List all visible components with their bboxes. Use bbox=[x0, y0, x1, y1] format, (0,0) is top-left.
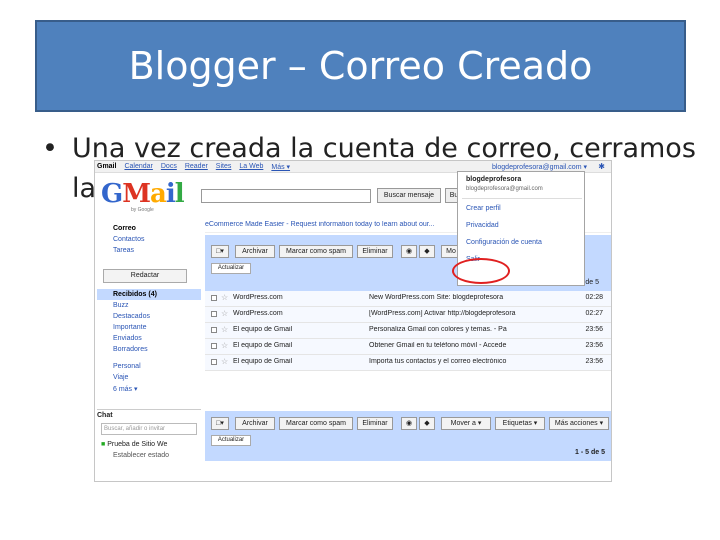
email-subject: [WordPress.com] Activar http://blogdepro… bbox=[369, 310, 516, 317]
delete-button-bottom[interactable]: Eliminar bbox=[357, 417, 393, 430]
email-time: 23:56 bbox=[585, 342, 603, 349]
flag-icon[interactable]: ◉ bbox=[401, 245, 417, 258]
folder-buzz[interactable]: Buzz bbox=[113, 302, 129, 309]
email-checkbox[interactable] bbox=[211, 327, 217, 333]
email-time: 02:28 bbox=[585, 294, 603, 301]
labels-button-bottom[interactable]: Etiquetas ▾ bbox=[495, 417, 545, 430]
email-sender: El equipo de Gmail bbox=[233, 358, 293, 365]
select-dropdown[interactable]: □▾ bbox=[211, 245, 229, 258]
email-sender: El equipo de Gmail bbox=[233, 326, 293, 333]
more-actions-button[interactable]: Más acciones ▾ bbox=[549, 417, 609, 430]
star-icon[interactable]: ☆ bbox=[221, 309, 228, 318]
star-icon[interactable]: ☆ bbox=[221, 293, 228, 302]
page-count-bottom: 1 - 5 de 5 bbox=[575, 449, 605, 456]
chat-set-status[interactable]: Establecer estado bbox=[113, 452, 169, 459]
email-row[interactable]: ☆ WordPress.com [WordPress.com] Activar … bbox=[205, 307, 611, 323]
label-personal[interactable]: Personal bbox=[113, 363, 141, 370]
dropdown-divider bbox=[462, 198, 582, 199]
refresh-link[interactable]: Actualizar bbox=[211, 263, 251, 274]
topnav-more[interactable]: Más ▾ bbox=[271, 163, 290, 171]
nav-contacts[interactable]: Contactos bbox=[113, 236, 145, 243]
chat-contact[interactable]: ■ Prueba de Sitio We bbox=[101, 441, 167, 448]
account-settings-link[interactable]: Configuración de cuenta bbox=[466, 239, 542, 246]
left-navigation: Correo Contactos Tareas Redactar Recibid… bbox=[95, 219, 201, 481]
online-status-icon: ■ bbox=[101, 441, 106, 448]
email-subject: New WordPress.com Site: blogdeprofesora bbox=[369, 294, 504, 301]
star-icon[interactable]: ☆ bbox=[221, 341, 228, 350]
email-sender: WordPress.com bbox=[233, 294, 283, 301]
search-input[interactable] bbox=[201, 189, 371, 203]
email-time: 23:56 bbox=[585, 326, 603, 333]
topnav-sites[interactable]: Sites bbox=[216, 163, 232, 171]
select-dropdown-bottom[interactable]: □▾ bbox=[211, 417, 229, 430]
account-email-link[interactable]: blogdeprofesora@gmail.com ▾ bbox=[492, 163, 587, 171]
star-icon[interactable]: ☆ bbox=[221, 325, 228, 334]
archive-button[interactable]: Archivar bbox=[235, 245, 275, 258]
email-sender: WordPress.com bbox=[233, 310, 283, 317]
create-profile-link[interactable]: Crear perfil bbox=[466, 205, 501, 212]
refresh-link-bottom[interactable]: Actualizar bbox=[211, 435, 251, 446]
folder-inbox[interactable]: Recibidos (4) bbox=[113, 291, 157, 298]
bullet-icon: • bbox=[42, 133, 58, 164]
dropdown-account-email: blogdeprofesora@gmail.com bbox=[466, 186, 543, 192]
chat-search-input[interactable]: Buscar, añadir o invitar bbox=[101, 423, 197, 435]
email-subject: Personaliza Gmail con colores y temas. -… bbox=[369, 326, 507, 333]
gear-icon[interactable]: ✱ bbox=[598, 162, 605, 171]
archive-button-bottom[interactable]: Archivar bbox=[235, 417, 275, 430]
move-button-bottom[interactable]: Mover a ▾ bbox=[441, 417, 491, 430]
compose-button[interactable]: Redactar bbox=[103, 269, 187, 283]
email-row[interactable]: ☆ El equipo de Gmail Importa tus contact… bbox=[205, 355, 611, 371]
highlight-circle bbox=[452, 258, 510, 284]
email-sender: El equipo de Gmail bbox=[233, 342, 293, 349]
search-mail-button[interactable]: Buscar mensaje bbox=[377, 188, 441, 203]
folder-important[interactable]: Importante bbox=[113, 324, 146, 331]
email-row[interactable]: ☆ El equipo de Gmail Personaliza Gmail c… bbox=[205, 323, 611, 339]
spam-button-bottom[interactable]: Marcar como spam bbox=[279, 417, 353, 430]
bullet-text-line2: la bbox=[72, 173, 97, 204]
email-time: 23:56 bbox=[585, 358, 603, 365]
slide-title: Blogger – Correo Creado bbox=[128, 44, 593, 88]
email-subject: Importa tus contactos y el correo electr… bbox=[369, 358, 507, 365]
topnav-web[interactable]: La Web bbox=[239, 163, 263, 171]
privacy-link[interactable]: Privacidad bbox=[466, 222, 499, 229]
label-icon-bottom[interactable]: ◆ bbox=[419, 417, 435, 430]
label-more[interactable]: 6 más ▾ bbox=[113, 385, 138, 393]
label-travel[interactable]: Viaje bbox=[113, 374, 128, 381]
bottom-toolbar: □▾ Archivar Marcar como spam Eliminar ◉ … bbox=[205, 411, 611, 461]
email-checkbox[interactable] bbox=[211, 311, 217, 317]
email-checkbox[interactable] bbox=[211, 359, 217, 365]
email-checkbox[interactable] bbox=[211, 343, 217, 349]
folder-drafts[interactable]: Borradores bbox=[113, 346, 148, 353]
email-subject: Obtener Gmail en tu teléfono móvil - Acc… bbox=[369, 342, 507, 349]
email-row[interactable]: ☆ El equipo de Gmail Obtener Gmail en tu… bbox=[205, 339, 611, 355]
gmail-logo[interactable]: GMail by Google bbox=[101, 179, 185, 213]
dropdown-account-name: blogdeprofesora bbox=[466, 176, 522, 183]
star-icon[interactable]: ☆ bbox=[221, 357, 228, 366]
nav-mail[interactable]: Correo bbox=[113, 225, 136, 232]
flag-icon-bottom[interactable]: ◉ bbox=[401, 417, 417, 430]
slide-title-banner: Blogger – Correo Creado bbox=[35, 20, 686, 112]
delete-button[interactable]: Eliminar bbox=[357, 245, 393, 258]
folder-starred[interactable]: Destacados bbox=[113, 313, 150, 320]
gmail-screenshot: Gmail Calendar Docs Reader Sites La Web … bbox=[94, 160, 612, 482]
topnav-calendar[interactable]: Calendar bbox=[124, 163, 152, 171]
topnav-docs[interactable]: Docs bbox=[161, 163, 177, 171]
google-top-nav: Gmail Calendar Docs Reader Sites La Web … bbox=[97, 163, 290, 171]
topnav-reader[interactable]: Reader bbox=[185, 163, 208, 171]
spam-button[interactable]: Marcar como spam bbox=[279, 245, 353, 258]
chat-header: Chat bbox=[97, 409, 201, 419]
email-checkbox[interactable] bbox=[211, 295, 217, 301]
email-row[interactable]: ☆ WordPress.com New WordPress.com Site: … bbox=[205, 291, 611, 307]
label-icon[interactable]: ◆ bbox=[419, 245, 435, 258]
folder-sent[interactable]: Enviados bbox=[113, 335, 142, 342]
nav-tasks[interactable]: Tareas bbox=[113, 247, 134, 254]
email-time: 02:27 bbox=[585, 310, 603, 317]
chat-contact-name: Prueba de Sitio We bbox=[107, 441, 168, 448]
topnav-gmail[interactable]: Gmail bbox=[97, 163, 116, 171]
gmail-logo-text: GMail bbox=[101, 179, 185, 209]
gmail-logo-sub: by Google bbox=[131, 207, 154, 213]
